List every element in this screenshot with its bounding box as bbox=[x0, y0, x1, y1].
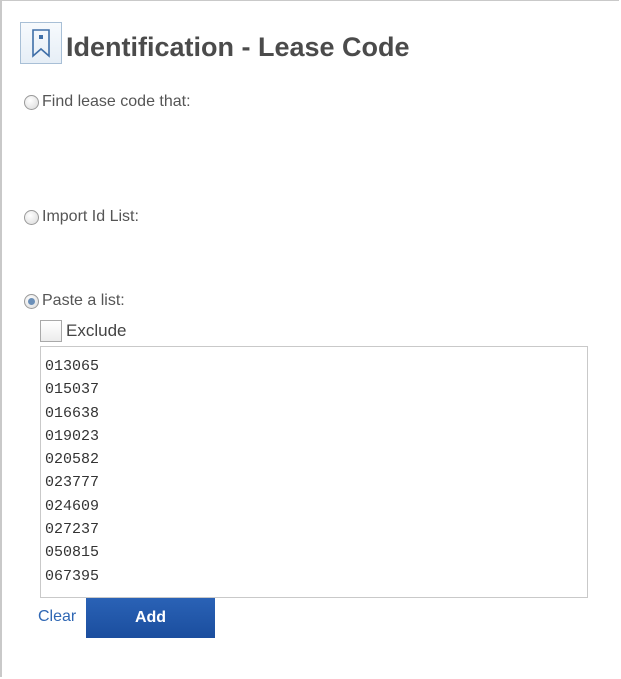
paste-label: Paste a list: bbox=[42, 292, 125, 309]
exclude-checkbox[interactable] bbox=[40, 320, 62, 342]
page-header: Identification - Lease Code bbox=[20, 22, 410, 64]
option-import[interactable]: Import Id List: bbox=[24, 208, 139, 226]
paste-radio[interactable] bbox=[24, 293, 39, 309]
list-item: 016638 bbox=[45, 404, 100, 422]
list-item: 067395 bbox=[45, 567, 100, 585]
list-item: 050815 bbox=[45, 544, 100, 562]
list-item: 023777 bbox=[45, 474, 100, 492]
import-radio[interactable] bbox=[24, 209, 39, 225]
add-button[interactable]: Add bbox=[86, 598, 215, 638]
bookmark-icon bbox=[20, 22, 62, 64]
list-item: 013065 bbox=[45, 358, 100, 375]
list-item: 015037 bbox=[45, 381, 100, 399]
exclude-label: Exclude bbox=[66, 321, 127, 340]
option-find[interactable]: Find lease code that: bbox=[24, 93, 191, 111]
list-item: 019023 bbox=[45, 427, 100, 445]
paste-list-textarea[interactable]: 013065 015037 016638 019023 020582 02377… bbox=[40, 346, 588, 598]
find-radio[interactable] bbox=[24, 94, 39, 110]
page-title: Identification - Lease Code bbox=[66, 32, 410, 62]
list-item: 020582 bbox=[45, 451, 100, 469]
find-label: Find lease code that: bbox=[42, 93, 191, 110]
clear-link[interactable]: Clear bbox=[38, 608, 76, 626]
import-label: Import Id List: bbox=[42, 208, 139, 225]
exclude-option[interactable]: Exclude bbox=[40, 320, 126, 342]
list-item: 027237 bbox=[45, 521, 100, 539]
option-paste[interactable]: Paste a list: bbox=[24, 292, 125, 310]
list-item: 024609 bbox=[45, 497, 100, 515]
